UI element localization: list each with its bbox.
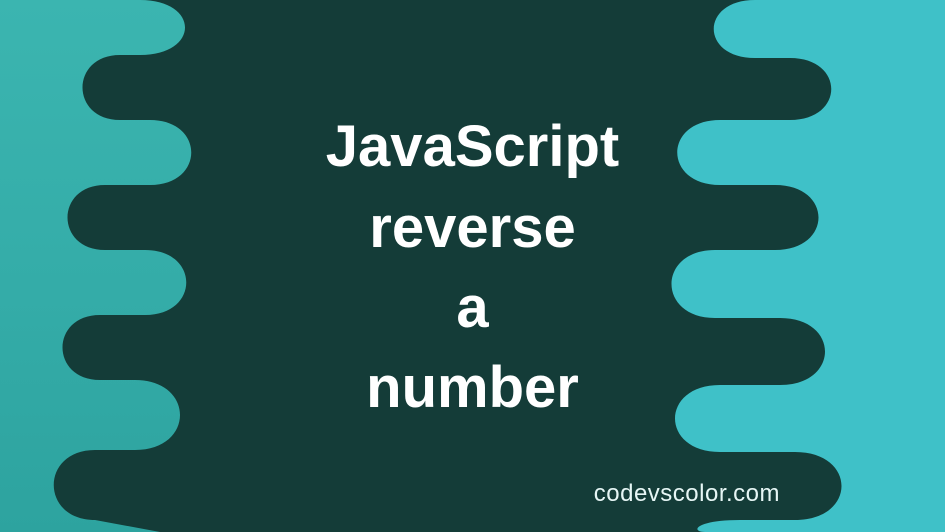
title-line-4: number [366,354,579,422]
title-line-3: a [456,274,488,342]
banner-image: JavaScript reverse a number codevscolor.… [0,0,945,532]
title-line-2: reverse [369,194,575,262]
watermark-text: codevscolor.com [594,480,780,508]
title-block: JavaScript reverse a number [0,0,945,532]
title-line-1: JavaScript [326,113,619,181]
